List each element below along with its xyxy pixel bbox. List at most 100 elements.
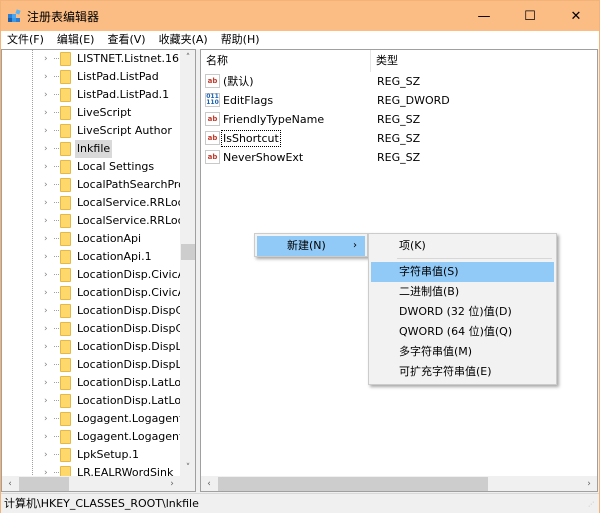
tree-item[interactable]: › Logagent.Logagent [2, 410, 181, 428]
tree-vscroll-thumb[interactable] [181, 244, 195, 260]
expand-chevron-icon[interactable]: › [44, 338, 52, 356]
resize-grip-icon[interactable]: ⋰ [588, 502, 596, 511]
tree-item[interactable]: › LISTNET.Listnet.16 [2, 50, 180, 68]
scroll-right-icon[interactable]: › [581, 476, 597, 491]
scroll-right-icon[interactable]: › [164, 476, 180, 491]
expand-chevron-icon[interactable]: › [44, 194, 52, 212]
expand-chevron-icon[interactable]: › [44, 428, 52, 446]
tree-item[interactable]: › LiveScript Author [2, 122, 180, 140]
tree-item[interactable]: › LocationDisp.DispLa [2, 338, 181, 356]
tree-item[interactable]: › LocalService.RRLoca [2, 212, 181, 230]
submenu-item[interactable]: 项(K) [371, 236, 554, 256]
column-header-type[interactable]: 类型 [371, 50, 491, 72]
tree-item[interactable]: › ListPad.ListPad.1 [2, 86, 180, 104]
expand-chevron-icon[interactable]: › [44, 50, 52, 68]
expand-chevron-icon[interactable]: › [44, 248, 52, 266]
close-button[interactable]: ✕ [553, 1, 599, 31]
expand-chevron-icon[interactable]: › [44, 122, 52, 140]
tree-item[interactable]: › LocationDisp.DispLa [2, 356, 181, 374]
tree-item[interactable]: › ListPad.ListPad [2, 68, 180, 86]
tree-horizontal-scrollbar[interactable]: ‹ › [2, 476, 180, 491]
submenu-item[interactable]: 多字符串值(M) [371, 342, 554, 362]
tree-item[interactable]: › LocationApi [2, 230, 180, 248]
submenu-item[interactable]: DWORD (32 位)值(D) [371, 302, 554, 322]
tree-item-label: LocalPathSearchPro [77, 178, 181, 191]
title-bar[interactable]: 注册表编辑器 — ☐ ✕ [1, 1, 599, 31]
value-row[interactable]: ab (默认) REG_SZ [201, 72, 597, 91]
tree-item[interactable]: › LocalPathSearchPro [2, 176, 181, 194]
values-hscroll-thumb[interactable] [218, 477, 488, 491]
tree-item[interactable]: › LpkSetup.1 [2, 446, 180, 464]
tree-item[interactable]: › LocalService.RRLoca [2, 194, 181, 212]
value-row[interactable]: ab FriendlyTypeName REG_SZ [201, 110, 597, 129]
menu-edit[interactable]: 编辑(E) [51, 31, 102, 49]
tree-item[interactable]: › Local Settings [2, 158, 180, 176]
expand-chevron-icon[interactable]: › [44, 266, 52, 284]
tree-item[interactable]: › lnkfile [2, 140, 180, 158]
tree-connector [54, 76, 59, 77]
tree-vertical-scrollbar[interactable]: ˄ ˅ [180, 50, 195, 476]
submenu-item[interactable]: 可扩充字符串值(E) [371, 362, 554, 382]
expand-chevron-icon[interactable]: › [44, 158, 52, 176]
menu-file[interactable]: 文件(F) [1, 31, 51, 49]
tree-item[interactable]: › LiveScript [2, 104, 180, 122]
minimize-button[interactable]: — [461, 1, 507, 31]
tree-item[interactable]: › LocationDisp.DispCi [2, 302, 181, 320]
tree-connector [54, 472, 59, 473]
tree-connector [54, 436, 59, 437]
scroll-up-icon[interactable]: ˄ [180, 50, 195, 66]
tree-item-label: LocationDisp.DispCi [77, 322, 181, 335]
current-key-path: 计算机\HKEY_CLASSES_ROOT\lnkfile [4, 497, 199, 510]
tree-item[interactable]: › LocationDisp.CivicAc [2, 266, 181, 284]
context-menu-new[interactable]: 新建(N) › [257, 236, 365, 256]
folder-icon [60, 70, 71, 84]
tree-item[interactable]: › LocationDisp.LatLor [2, 374, 181, 392]
tree-item[interactable]: › LocationDisp.LatLor [2, 392, 181, 410]
scroll-left-icon[interactable]: ‹ [201, 476, 217, 491]
tree-hscroll-thumb[interactable] [19, 477, 69, 491]
tree-item-label: ListPad.ListPad.1 [77, 88, 170, 101]
menu-favorites[interactable]: 收藏夹(A) [153, 31, 215, 49]
tree-item[interactable]: › Logagent.Logagent [2, 428, 181, 446]
value-row[interactable]: ab IsShortcut REG_SZ [201, 129, 597, 148]
expand-chevron-icon[interactable]: › [44, 302, 52, 320]
value-name: FriendlyTypeName [223, 113, 325, 126]
tree-item[interactable]: › LocationDisp.CivicAc [2, 284, 181, 302]
value-row[interactable]: 011 110 EditFlags REG_DWORD [201, 91, 597, 110]
submenu-item[interactable]: 字符串值(S) [371, 262, 554, 282]
expand-chevron-icon[interactable]: › [44, 140, 52, 158]
expand-chevron-icon[interactable]: › [44, 320, 52, 338]
folder-icon [60, 340, 71, 354]
value-row[interactable]: ab NeverShowExt REG_SZ [201, 148, 597, 167]
expand-chevron-icon[interactable]: › [44, 176, 52, 194]
expand-chevron-icon[interactable]: › [44, 374, 52, 392]
expand-chevron-icon[interactable]: › [44, 284, 52, 302]
expand-chevron-icon[interactable]: › [44, 68, 52, 86]
menu-view[interactable]: 查看(V) [101, 31, 152, 49]
expand-chevron-icon[interactable]: › [44, 446, 52, 464]
expand-chevron-icon[interactable]: › [44, 230, 52, 248]
tree-connector [54, 166, 59, 167]
submenu-item[interactable]: 二进制值(B) [371, 282, 554, 302]
tree-item[interactable]: › LocationDisp.DispCi [2, 320, 181, 338]
tree-item-label: Local Settings [77, 160, 155, 173]
registry-key-tree[interactable]: › LISTNET.Listnet.16 › ListPad.ListPad › List… [1, 49, 196, 492]
values-horizontal-scrollbar[interactable]: ‹ › [201, 476, 597, 491]
scroll-left-icon[interactable]: ‹ [2, 476, 18, 491]
tree-item-label: LocationDisp.CivicAc [77, 268, 181, 281]
expand-chevron-icon[interactable]: › [44, 410, 52, 428]
status-bar: 计算机\HKEY_CLASSES_ROOT\lnkfile ⋰ [1, 493, 599, 513]
tree-connector [54, 112, 59, 113]
expand-chevron-icon[interactable]: › [44, 392, 52, 410]
tree-connector [54, 274, 59, 275]
tree-item[interactable]: › LocationApi.1 [2, 248, 180, 266]
expand-chevron-icon[interactable]: › [44, 356, 52, 374]
expand-chevron-icon[interactable]: › [44, 212, 52, 230]
expand-chevron-icon[interactable]: › [44, 104, 52, 122]
maximize-button[interactable]: ☐ [507, 1, 553, 31]
submenu-item[interactable]: QWORD (64 位)值(Q) [371, 322, 554, 342]
menu-help[interactable]: 帮助(H) [215, 31, 267, 49]
scroll-down-icon[interactable]: ˅ [180, 460, 195, 476]
expand-chevron-icon[interactable]: › [44, 86, 52, 104]
column-header-name[interactable]: 名称 [201, 50, 371, 72]
